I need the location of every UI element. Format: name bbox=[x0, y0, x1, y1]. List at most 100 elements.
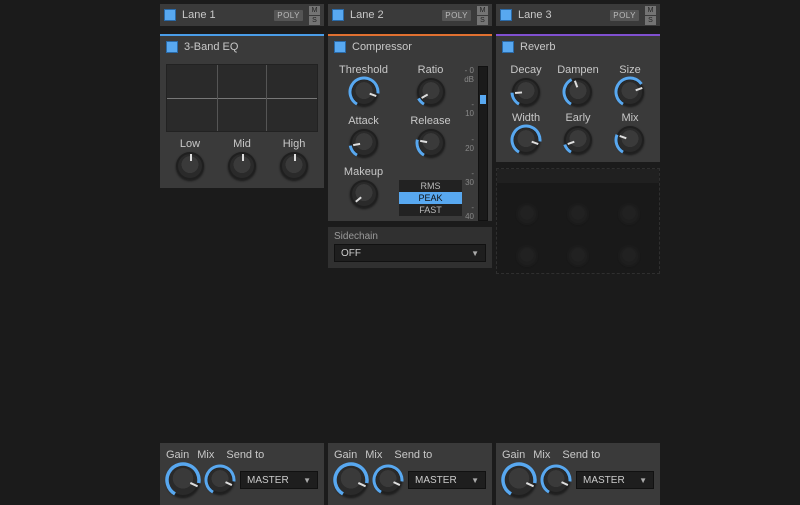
lane-3-header: Lane 3 POLY M S bbox=[496, 4, 660, 26]
lane-2-poly-badge: POLY bbox=[442, 10, 471, 21]
lane-headers-row: Lane 1 POLY M S 3-Band EQ bbox=[160, 0, 660, 274]
lane-1-mix-knob[interactable] bbox=[206, 466, 234, 494]
rev-width-knob[interactable] bbox=[512, 126, 540, 154]
lane-1-footer: Gain Mix Send to MASTER ▼ bbox=[160, 443, 324, 505]
rev-decay-knob[interactable] bbox=[512, 78, 540, 106]
comp-sidechain-label: Sidechain bbox=[334, 231, 486, 242]
eq-enable-toggle[interactable] bbox=[166, 41, 178, 53]
lane-1-title[interactable]: Lane 1 bbox=[182, 9, 268, 21]
comp-threshold-knob[interactable] bbox=[350, 78, 378, 106]
lane-3-solo-button[interactable]: S bbox=[645, 16, 656, 25]
foot-mix-label: Mix bbox=[197, 449, 214, 461]
eq-low-knob[interactable] bbox=[176, 152, 204, 180]
lane-2-sendto-dropdown[interactable]: MASTER ▼ bbox=[408, 471, 486, 489]
lane-1-gain-knob[interactable] bbox=[166, 463, 200, 497]
rev-mix-label: Mix bbox=[621, 112, 638, 124]
meter-tick: - 30 bbox=[464, 169, 474, 187]
rev-mix-knob[interactable] bbox=[616, 126, 644, 154]
comp-attack-label: Attack bbox=[348, 115, 379, 127]
reverb-enable-toggle[interactable] bbox=[502, 41, 514, 53]
caret-down-icon: ▼ bbox=[639, 476, 647, 485]
lane-1: Lane 1 POLY M S 3-Band EQ bbox=[160, 4, 324, 274]
lane-2-mute-button[interactable]: M bbox=[477, 6, 488, 15]
caret-down-icon: ▼ bbox=[471, 476, 479, 485]
rev-early-label: Early bbox=[565, 112, 590, 124]
lane-3-footer: Gain Mix Send to MASTER ▼ bbox=[496, 443, 660, 505]
comp-makeup-knob[interactable] bbox=[350, 180, 378, 208]
eq-graph[interactable] bbox=[166, 64, 318, 132]
foot-gain-label: Gain bbox=[502, 449, 525, 461]
eq-title: 3-Band EQ bbox=[184, 41, 238, 53]
lane-2-title[interactable]: Lane 2 bbox=[350, 9, 436, 21]
lane-1-header: Lane 1 POLY M S bbox=[160, 4, 324, 26]
lane-2-solo-button[interactable]: S bbox=[477, 16, 488, 25]
mixer-lanes: Lane 1 POLY M S 3-Band EQ bbox=[160, 0, 660, 505]
lane-2: Lane 2 POLY M S Compressor Threshold bbox=[328, 4, 492, 274]
reverb-header: Reverb bbox=[496, 36, 660, 58]
caret-down-icon: ▼ bbox=[303, 476, 311, 485]
lane-2-mute-solo: M S bbox=[477, 6, 488, 25]
comp-ratio-label: Ratio bbox=[418, 64, 444, 76]
lane-3-mute-button[interactable]: M bbox=[645, 6, 656, 15]
reverb-body: Decay Dampen bbox=[496, 58, 660, 162]
empty-effect-slot[interactable] bbox=[496, 168, 660, 274]
lane-3-enable-toggle[interactable] bbox=[500, 9, 512, 21]
eq-high-knob[interactable] bbox=[280, 152, 308, 180]
foot-sendto-label: Send to bbox=[394, 449, 432, 461]
reverb-title: Reverb bbox=[520, 41, 555, 53]
meter-tick: - 10 bbox=[464, 100, 474, 118]
rev-width-label: Width bbox=[512, 112, 540, 124]
comp-mode-peak[interactable]: PEAK bbox=[399, 192, 462, 204]
lane-2-header: Lane 2 POLY M S bbox=[328, 4, 492, 26]
eq-mid-knob[interactable] bbox=[228, 152, 256, 180]
comp-sidechain-section: Sidechain OFF ▼ bbox=[328, 227, 492, 268]
lane-1-solo-button[interactable]: S bbox=[309, 16, 320, 25]
lane-2-gain-knob[interactable] bbox=[334, 463, 368, 497]
comp-ratio-knob[interactable] bbox=[417, 78, 445, 106]
lane-3-sendto-dropdown[interactable]: MASTER ▼ bbox=[576, 471, 654, 489]
eq-body: Low Mid High bbox=[160, 58, 324, 188]
lane-3-poly-badge: POLY bbox=[610, 10, 639, 21]
foot-sendto-label: Send to bbox=[226, 449, 264, 461]
comp-sidechain-dropdown[interactable]: OFF ▼ bbox=[334, 244, 486, 262]
eq-mid-label: Mid bbox=[233, 138, 251, 150]
foot-sendto-label: Send to bbox=[562, 449, 600, 461]
lane-3-sendto-value: MASTER bbox=[583, 475, 625, 486]
lane-1-poly-badge: POLY bbox=[274, 10, 303, 21]
compressor-enable-toggle[interactable] bbox=[334, 41, 346, 53]
comp-mode-fast[interactable]: FAST bbox=[399, 204, 462, 216]
lane-3-gain-knob[interactable] bbox=[502, 463, 536, 497]
comp-meter-scale: - 0 dB - 10 - 20 - 30 - 40 bbox=[464, 66, 474, 221]
eq-header: 3-Band EQ bbox=[160, 36, 324, 58]
meter-tick: - 0 dB bbox=[464, 66, 474, 84]
compressor-body: Threshold Ratio bbox=[328, 58, 492, 221]
lane-1-sendto-dropdown[interactable]: MASTER ▼ bbox=[240, 471, 318, 489]
lane-2-enable-toggle[interactable] bbox=[332, 9, 344, 21]
rev-size-knob[interactable] bbox=[616, 78, 644, 106]
foot-gain-label: Gain bbox=[334, 449, 357, 461]
eq-high-label: High bbox=[283, 138, 306, 150]
comp-release-knob[interactable] bbox=[417, 129, 445, 157]
meter-tick: - 40 bbox=[464, 203, 474, 221]
lane-3-title[interactable]: Lane 3 bbox=[518, 9, 604, 21]
lane-1-enable-toggle[interactable] bbox=[164, 9, 176, 21]
lane-3-mix-knob[interactable] bbox=[542, 466, 570, 494]
foot-gain-label: Gain bbox=[166, 449, 189, 461]
comp-attack-knob[interactable] bbox=[350, 129, 378, 157]
lane-2-footer: Gain Mix Send to MASTER ▼ bbox=[328, 443, 492, 505]
lane-1-mute-button[interactable]: M bbox=[309, 6, 320, 15]
lane-1-sendto-value: MASTER bbox=[247, 475, 289, 486]
rev-dampen-label: Dampen bbox=[557, 64, 599, 76]
meter-tick: - 20 bbox=[464, 135, 474, 153]
foot-mix-label: Mix bbox=[365, 449, 382, 461]
lane-3: Lane 3 POLY M S Reverb Decay bbox=[496, 4, 660, 274]
comp-meter-fill bbox=[480, 95, 486, 104]
compressor-header: Compressor bbox=[328, 36, 492, 58]
rev-dampen-knob[interactable] bbox=[564, 78, 592, 106]
caret-down-icon: ▼ bbox=[471, 249, 479, 258]
rev-size-label: Size bbox=[619, 64, 640, 76]
comp-gain-reduction-meter: - 0 dB - 10 - 20 - 30 - 40 bbox=[466, 66, 488, 221]
rev-early-knob[interactable] bbox=[564, 126, 592, 154]
lane-2-mix-knob[interactable] bbox=[374, 466, 402, 494]
comp-mode-rms[interactable]: RMS bbox=[399, 180, 462, 192]
